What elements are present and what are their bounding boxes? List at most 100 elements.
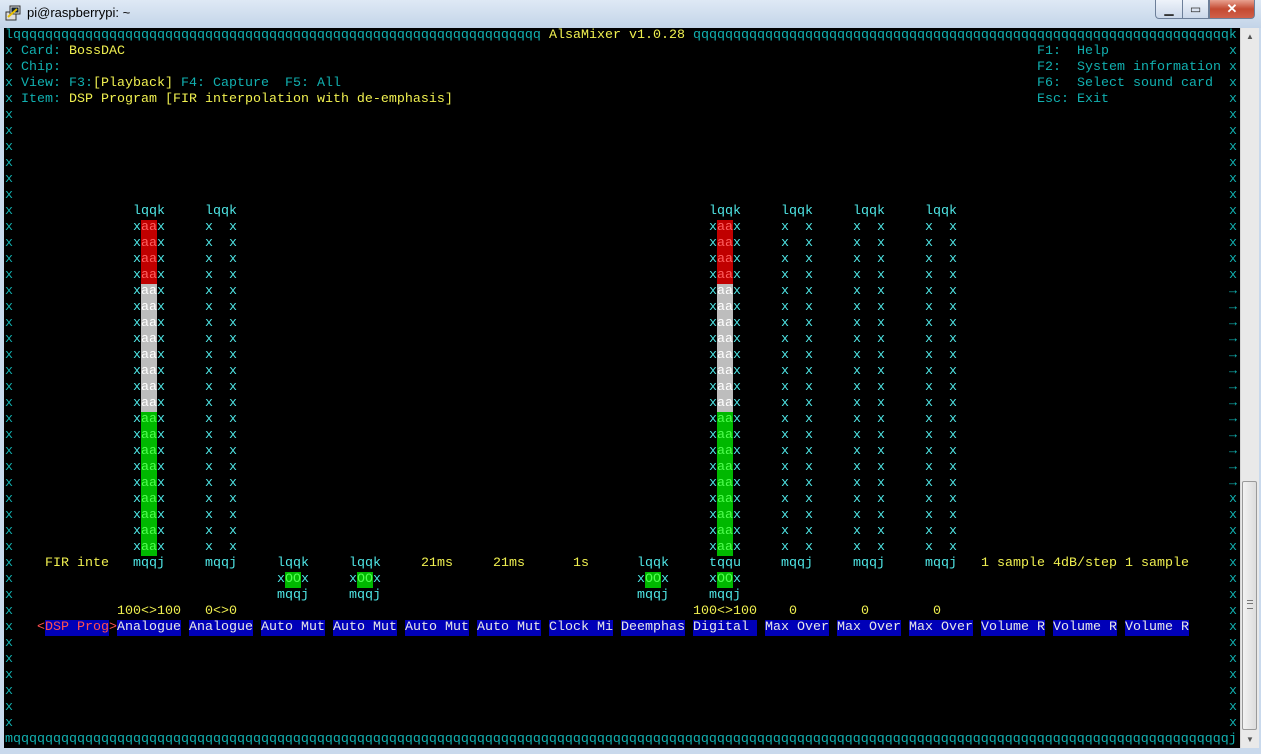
volume-bar-fill[interactable]: aa: [141, 524, 157, 540]
volume-bar-empty[interactable]: [789, 220, 805, 236]
volume-bar-empty[interactable]: [213, 236, 229, 252]
volume-bar-fill[interactable]: aa: [717, 492, 733, 508]
switch-on-indicator[interactable]: OO: [285, 572, 301, 588]
control-name[interactable]: Volume R: [1125, 620, 1189, 636]
volume-bar-empty[interactable]: [789, 540, 805, 556]
switch-on-indicator[interactable]: OO: [645, 572, 661, 588]
control-name[interactable]: Deemphas: [621, 620, 685, 636]
control-name[interactable]: Auto Mut: [405, 620, 469, 636]
enum-value[interactable]: 21ms: [493, 556, 525, 572]
control-name[interactable]: Digital: [693, 620, 757, 636]
volume-bar-fill[interactable]: aa: [717, 348, 733, 364]
control-name[interactable]: Max Over: [765, 620, 829, 636]
volume-bar-empty[interactable]: [213, 476, 229, 492]
control-name[interactable]: Volume R: [1053, 620, 1117, 636]
volume-bar-empty[interactable]: [789, 396, 805, 412]
volume-bar-empty[interactable]: [213, 348, 229, 364]
switch-on-indicator[interactable]: OO: [357, 572, 373, 588]
volume-bar-empty[interactable]: [933, 396, 949, 412]
control-name[interactable]: Auto Mut: [261, 620, 325, 636]
volume-bar-empty[interactable]: [213, 524, 229, 540]
volume-bar-fill[interactable]: aa: [717, 540, 733, 556]
volume-bar-fill[interactable]: aa: [717, 524, 733, 540]
volume-bar-empty[interactable]: [933, 444, 949, 460]
volume-bar-empty[interactable]: [789, 236, 805, 252]
volume-bar-fill[interactable]: aa: [141, 268, 157, 284]
volume-bar-empty[interactable]: [861, 284, 877, 300]
volume-bar-empty[interactable]: [789, 316, 805, 332]
enum-value[interactable]: FIR inte: [45, 556, 109, 572]
volume-bar-fill[interactable]: aa: [141, 508, 157, 524]
volume-bar-fill[interactable]: aa: [717, 268, 733, 284]
putty-icon[interactable]: [5, 5, 21, 21]
volume-bar-empty[interactable]: [861, 364, 877, 380]
volume-bar-empty[interactable]: [933, 524, 949, 540]
volume-bar-fill[interactable]: aa: [141, 284, 157, 300]
volume-bar-empty[interactable]: [933, 348, 949, 364]
volume-bar-fill[interactable]: aa: [141, 444, 157, 460]
volume-bar-fill[interactable]: aa: [141, 348, 157, 364]
scroll-up-arrow-icon[interactable]: ▲: [1241, 28, 1259, 45]
volume-bar-fill[interactable]: aa: [717, 476, 733, 492]
scrollbar-thumb[interactable]: [1242, 481, 1257, 730]
volume-bar-empty[interactable]: [789, 412, 805, 428]
volume-bar-empty[interactable]: [789, 332, 805, 348]
volume-bar-empty[interactable]: [789, 508, 805, 524]
volume-bar-empty[interactable]: [213, 428, 229, 444]
volume-bar-empty[interactable]: [861, 428, 877, 444]
volume-bar-empty[interactable]: [933, 380, 949, 396]
volume-bar-fill[interactable]: aa: [141, 396, 157, 412]
enum-value[interactable]: 21ms: [421, 556, 453, 572]
volume-bar-empty[interactable]: [933, 268, 949, 284]
volume-bar-fill[interactable]: aa: [717, 364, 733, 380]
volume-bar-fill[interactable]: aa: [141, 492, 157, 508]
volume-bar-empty[interactable]: [861, 524, 877, 540]
volume-bar-empty[interactable]: [213, 460, 229, 476]
control-name[interactable]: Max Over: [837, 620, 901, 636]
volume-bar-empty[interactable]: [789, 268, 805, 284]
volume-bar-empty[interactable]: [933, 364, 949, 380]
close-button[interactable]: ✕: [1209, 0, 1255, 19]
volume-bar-empty[interactable]: [933, 332, 949, 348]
volume-bar-fill[interactable]: aa: [717, 444, 733, 460]
volume-bar-empty[interactable]: [213, 380, 229, 396]
scrollbar[interactable]: ▲ ▼: [1240, 28, 1259, 748]
scroll-down-arrow-icon[interactable]: ▼: [1241, 731, 1259, 748]
volume-bar-empty[interactable]: [789, 364, 805, 380]
volume-bar-fill[interactable]: aa: [141, 220, 157, 236]
volume-bar-fill[interactable]: aa: [717, 316, 733, 332]
volume-bar-fill[interactable]: aa: [141, 300, 157, 316]
volume-bar-empty[interactable]: [861, 460, 877, 476]
volume-bar-empty[interactable]: [789, 380, 805, 396]
enum-value[interactable]: 1s: [573, 556, 589, 572]
volume-bar-empty[interactable]: [789, 300, 805, 316]
volume-bar-fill[interactable]: aa: [141, 476, 157, 492]
volume-bar-empty[interactable]: [213, 268, 229, 284]
volume-bar-fill[interactable]: aa: [717, 396, 733, 412]
volume-bar-empty[interactable]: [789, 444, 805, 460]
volume-bar-empty[interactable]: [861, 332, 877, 348]
view-all-tab[interactable]: F5: All: [285, 76, 341, 92]
volume-bar-fill[interactable]: aa: [717, 460, 733, 476]
volume-bar-empty[interactable]: [213, 332, 229, 348]
maximize-button[interactable]: ▭: [1182, 0, 1209, 19]
volume-bar-empty[interactable]: [789, 524, 805, 540]
control-name[interactable]: Max Over: [909, 620, 973, 636]
volume-bar-empty[interactable]: [213, 508, 229, 524]
volume-bar-fill[interactable]: aa: [141, 236, 157, 252]
volume-bar-empty[interactable]: [789, 348, 805, 364]
volume-bar-fill[interactable]: aa: [141, 540, 157, 556]
volume-bar-empty[interactable]: [933, 428, 949, 444]
volume-bar-empty[interactable]: [861, 412, 877, 428]
volume-bar-empty[interactable]: [213, 540, 229, 556]
control-name[interactable]: Auto Mut: [333, 620, 397, 636]
volume-bar-fill[interactable]: aa: [141, 380, 157, 396]
volume-bar-empty[interactable]: [213, 252, 229, 268]
volume-bar-fill[interactable]: aa: [141, 428, 157, 444]
volume-bar-empty[interactable]: [861, 348, 877, 364]
enum-value[interactable]: 1 sample: [981, 556, 1045, 572]
volume-bar-empty[interactable]: [861, 444, 877, 460]
volume-bar-empty[interactable]: [861, 492, 877, 508]
view-f3-key[interactable]: F3:: [69, 76, 93, 92]
volume-bar-fill[interactable]: aa: [141, 364, 157, 380]
